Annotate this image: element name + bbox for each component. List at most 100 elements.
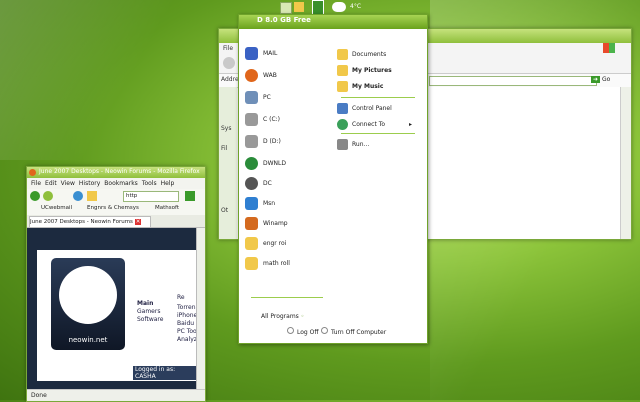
start-menu[interactable]: D 8.0 GB Free MAIL WAB PC C (C:) D (D:) … — [238, 14, 428, 344]
computer-icon — [245, 90, 258, 104]
firefox-icon — [29, 169, 36, 176]
start-item-engr[interactable]: engr roi — [245, 235, 286, 251]
winamp-icon — [245, 216, 258, 230]
start-item-label: Connect To — [352, 120, 386, 128]
start-item-label: D (D:) — [263, 137, 281, 145]
back-icon[interactable] — [223, 57, 235, 69]
side-link[interactable]: Baidu — [177, 320, 194, 327]
start-item-msn[interactable]: Msn — [245, 195, 275, 211]
firefox-window[interactable]: June 2007 Desktops - Neowin Forums - Moz… — [26, 166, 206, 402]
menu-bookmarks[interactable]: Bookmarks — [104, 178, 138, 189]
explorer-menu-file[interactable]: File — [223, 45, 233, 52]
start-item-drive-c[interactable]: C (C:) — [245, 111, 280, 127]
webpage-content[interactable]: neowin.net Main Gamers Software Re Torre… — [27, 228, 197, 389]
side-link[interactable]: iPhone — [177, 312, 197, 319]
side-link[interactable]: PC Too — [177, 328, 197, 335]
start-item-control-panel[interactable]: Control Panel — [337, 101, 392, 115]
folder-icon — [245, 256, 258, 270]
start-item-label: C (C:) — [263, 115, 280, 123]
start-item-pictures[interactable]: My Pictures — [337, 63, 392, 77]
nav-link-software[interactable]: Software — [137, 316, 163, 323]
start-menu-divider — [341, 133, 415, 134]
start-item-wab[interactable]: WAB — [245, 67, 277, 83]
start-item-pc[interactable]: PC — [245, 89, 271, 105]
start-item-documents[interactable]: Documents — [337, 47, 386, 61]
control-panel-icon — [337, 102, 348, 114]
go-button[interactable]: ➜ Go — [591, 75, 611, 85]
go-arrow-icon[interactable] — [185, 191, 195, 201]
firefox-icon — [245, 68, 258, 82]
menu-view[interactable]: View — [61, 178, 75, 189]
menu-tools[interactable]: Tools — [142, 178, 157, 189]
submenu-arrow-icon: ▸ — [409, 120, 413, 128]
menu-history[interactable]: History — [79, 178, 100, 189]
start-menu-header: D 8.0 GB Free — [239, 15, 427, 29]
drive-icon — [245, 134, 258, 148]
neowin-n-icon — [59, 266, 117, 324]
start-item-dc[interactable]: DC — [245, 175, 272, 191]
msn-icon — [245, 196, 258, 210]
webpage-scrollbar[interactable] — [196, 228, 205, 389]
music-icon — [337, 80, 348, 92]
start-item-music[interactable]: My Music — [337, 79, 383, 93]
start-item-connect-to[interactable]: Connect To ▸ — [337, 117, 412, 131]
start-item-label: engr roi — [263, 239, 287, 247]
log-off-label: Log Off — [297, 329, 319, 336]
start-item-mail[interactable]: MAIL — [245, 45, 277, 61]
url-field[interactable]: http — [123, 191, 179, 202]
go-icon: ➜ — [591, 76, 601, 83]
cloud-weather-icon[interactable] — [332, 2, 346, 12]
start-item-dwnld[interactable]: DWNLD — [245, 155, 286, 171]
address-input[interactable] — [429, 76, 597, 86]
reload-icon[interactable] — [73, 191, 83, 201]
nav-link-gamers[interactable]: Gamers — [137, 308, 160, 315]
start-item-label: Control Panel — [352, 104, 392, 112]
menu-help[interactable]: Help — [161, 178, 175, 189]
disk-free-label: D 8.0 GB Free — [257, 16, 311, 24]
turn-off-button[interactable]: Turn Off Computer — [321, 327, 386, 336]
bookmark-mathsoft[interactable]: Mathsoft — [155, 205, 179, 211]
window-icon[interactable] — [280, 2, 292, 14]
power-icon — [321, 327, 328, 334]
task-pane-label-other: Ot — [221, 207, 229, 214]
tab-neowin[interactable]: June 2007 Desktops - Neowin Forums ✕ — [29, 216, 151, 227]
back-arrow-icon[interactable] — [30, 191, 40, 201]
windows-logo-icon — [603, 43, 615, 53]
firefox-titlebar[interactable]: June 2007 Desktops - Neowin Forums - Moz… — [27, 167, 205, 178]
nav-link-main[interactable]: Main — [137, 300, 153, 307]
start-item-label: My Music — [352, 82, 384, 90]
side-link[interactable]: Analyz — [177, 336, 197, 343]
bookmark-engnrs[interactable]: Engnrs & Chemsys — [87, 205, 139, 211]
menu-file[interactable]: File — [31, 178, 41, 189]
all-programs-button[interactable]: All Programs ◦ — [261, 313, 304, 320]
start-item-drive-d[interactable]: D (D:) — [245, 133, 281, 149]
folder-icon[interactable] — [294, 2, 304, 12]
neowin-logo[interactable]: neowin.net — [51, 258, 125, 350]
firefox-menubar: File Edit View History Bookmarks Tools H… — [27, 178, 205, 189]
home-icon[interactable] — [87, 191, 97, 201]
status-text: Done — [31, 392, 47, 399]
start-item-math[interactable]: math roll — [245, 255, 290, 271]
start-item-label: DWNLD — [263, 159, 287, 167]
close-tab-icon[interactable]: ✕ — [134, 219, 142, 225]
menu-edit[interactable]: Edit — [45, 178, 57, 189]
forward-arrow-icon[interactable] — [43, 191, 53, 201]
go-label: Go — [601, 76, 611, 83]
bookmark-ucwebmail[interactable]: UCwebmail — [41, 205, 72, 211]
start-item-run[interactable]: Run... — [337, 137, 369, 151]
firefox-window-title: June 2007 Desktops - Neowin Forums - Moz… — [39, 168, 200, 175]
start-item-winamp[interactable]: Winamp — [245, 215, 288, 231]
start-item-label: Winamp — [263, 219, 288, 227]
side-link[interactable]: Torren — [177, 304, 196, 311]
side-link[interactable]: Re — [177, 294, 185, 301]
arrow-right-icon: ◦ — [300, 313, 305, 320]
logo-wordmark: neowin.net — [68, 336, 108, 344]
pictures-icon — [337, 64, 348, 76]
log-off-button[interactable]: Log Off — [287, 327, 318, 336]
explorer-content[interactable] — [415, 87, 631, 239]
tab-strip: June 2007 Desktops - Neowin Forums ✕ — [27, 215, 205, 228]
explorer-scrollbar[interactable] — [620, 87, 631, 239]
start-item-label: PC — [263, 93, 271, 101]
task-pane-label-system: Sys — [221, 125, 232, 132]
start-item-label: Msn — [263, 199, 276, 207]
